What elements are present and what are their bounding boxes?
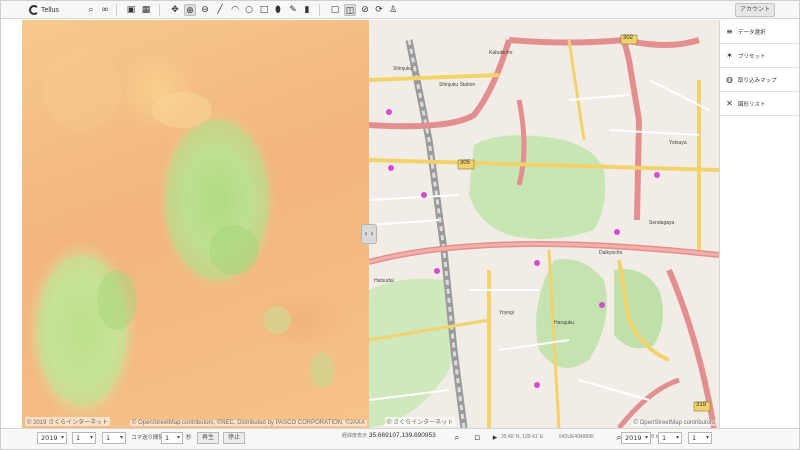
link-icon[interactable]: ∞ [99, 4, 111, 16]
right-attribution: © OpenStreetMap contributors [631, 420, 717, 426]
sidebar-item-label: 図形リスト [738, 101, 766, 108]
area-label: Sendagaya [649, 220, 675, 226]
right-year-select[interactable]: 2019 [621, 432, 651, 444]
interval-unit: 秒 [186, 435, 192, 441]
direction-icon[interactable]: ▸ [489, 432, 501, 444]
chain-icon[interactable]: ⊘ [359, 4, 371, 16]
edit-icon[interactable]: ✎ [287, 4, 299, 16]
single-view-icon[interactable]: ▢ [329, 4, 341, 16]
zoom-in-icon[interactable]: ⊕ [184, 4, 196, 16]
search-icon[interactable]: ⌕ [85, 4, 97, 16]
interval-label: コマ送り間隔 [131, 435, 165, 441]
coords-value: 35.669107,139.690953 [368, 432, 436, 439]
camera-icon[interactable]: ▣ [125, 4, 137, 16]
side-panel: ≡ データ選択 ✶ プリセット ◍ 取り込みマップ ✕ 図形リスト [719, 20, 799, 428]
route-302-label: 302 [623, 35, 634, 41]
toolbar-divider [319, 4, 320, 16]
pin-icon[interactable]: ⬮ [272, 4, 284, 16]
sidebar-item-shape-list[interactable]: ✕ 図形リスト [720, 92, 799, 116]
left-day-select[interactable]: 1 [102, 432, 126, 444]
street-map-panel[interactable]: 302 305 319 Shinjuku Station Shinjuku Ka… [369, 20, 719, 428]
lasso-icon[interactable]: ◠ [229, 4, 241, 16]
bottom-bar: 2019 1 1 コマ送り間隔 1 秒 再生 停止 経緯度表示 35.66910… [1, 428, 799, 449]
stop-button[interactable]: 停止 [223, 432, 246, 444]
left-attribution: © 2019 さくらインターネット [25, 417, 111, 426]
shapes-icon: ✕ [726, 99, 733, 108]
route-305-label: 305 [460, 160, 471, 166]
route-319-label: 319 [696, 402, 707, 408]
area-label: Shinjuku [393, 66, 413, 72]
play-button[interactable]: 再生 [197, 432, 220, 444]
toolbar-divider [159, 4, 160, 16]
toolbar: Tellus ⌕ ∞ ▣ ▦ ✥ ⊕ ⊖ ╱ ◠ ○ □ ⬮ ✎ ▮ ▢ ◫ ⊘… [1, 1, 799, 19]
sidebar-item-data-select[interactable]: ≡ データ選択 [720, 20, 799, 44]
circle-icon[interactable]: ○ [243, 4, 255, 16]
star-icon: ✶ [726, 51, 733, 60]
globe-icon: ◍ [726, 75, 733, 84]
right-day-select[interactable]: 1 [688, 432, 712, 444]
center-attribution-2: © さくらインターネット [385, 417, 456, 426]
copy-icon[interactable]: ▫ [471, 432, 483, 444]
satellite-texture [37, 50, 334, 405]
interval-select[interactable]: 1 [161, 432, 183, 444]
sidebar-item-preset[interactable]: ✶ プリセット [720, 44, 799, 68]
coords-label: 経緯度表示 [342, 433, 368, 439]
pan-icon[interactable]: ✥ [169, 4, 181, 16]
area-label: Daikyocho [599, 250, 623, 256]
sidebar-item-label: データ選択 [738, 29, 766, 36]
right-month-select[interactable]: 1 [658, 432, 682, 444]
coords-readout: 経緯度表示 35.669107,139.690953 [342, 432, 436, 439]
area-label: Hatsudai [374, 278, 394, 284]
area-label: Harajuku [554, 320, 575, 326]
logo-text: Tellus [41, 6, 59, 14]
station-label: Shinjuku Station [439, 82, 476, 88]
swipe-divider-handle[interactable]: ‹ › [361, 224, 377, 244]
left-year-select[interactable]: 2019 [37, 432, 67, 444]
split-view-icon[interactable]: ◫ [344, 4, 356, 16]
sidebar-item-label: プリセット [738, 53, 766, 60]
sidebar-item-label: 取り込みマップ [738, 77, 777, 84]
logo: Tellus [29, 3, 59, 17]
logo-icon [29, 5, 39, 15]
zoom-out-icon[interactable]: ⊖ [199, 4, 211, 16]
rectangle-icon[interactable]: □ [258, 4, 270, 16]
dms-readout: 35.40' N, 139.41' E [501, 434, 544, 440]
line-icon[interactable]: ╱ [214, 4, 226, 16]
account-button[interactable]: アカウント [734, 3, 775, 17]
image-icon[interactable]: ▦ [140, 4, 152, 16]
swipe-icon[interactable]: ⟳ [373, 4, 385, 16]
area-label: Yoyogi [499, 310, 514, 316]
person-icon[interactable]: ♙ [387, 4, 399, 16]
center-attribution: © OpenStreetMap contributors, ©NEC, Dist… [130, 420, 367, 426]
sidebar-item-import-map[interactable]: ◍ 取り込みマップ [720, 68, 799, 92]
toolbar-divider [116, 4, 117, 16]
area-label: Yotsuya [669, 140, 687, 146]
left-month-select[interactable]: 1 [72, 432, 96, 444]
area-label: Kabukicho [489, 50, 513, 56]
trash-icon[interactable]: ▮ [301, 4, 313, 16]
layers-icon: ≡ [726, 27, 733, 36]
satellite-map-panel[interactable]: © 2019 さくらインターネット [22, 20, 369, 428]
mesh-code: 543UE4049895 [559, 434, 594, 440]
search-icon[interactable]: ⌕ [451, 432, 463, 444]
